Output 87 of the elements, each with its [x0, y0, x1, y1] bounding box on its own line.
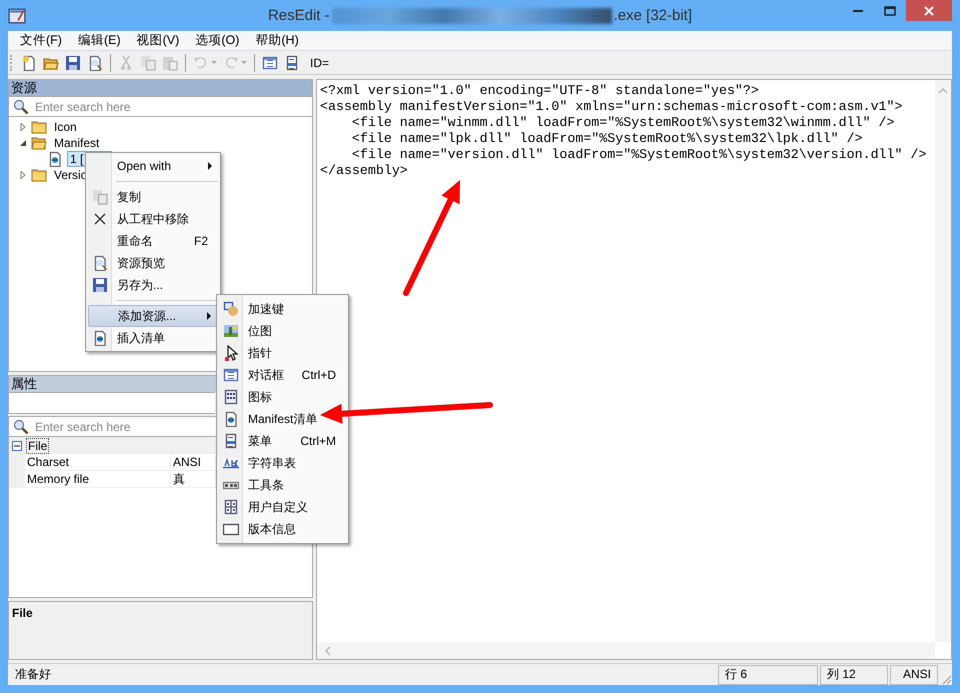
expand-triangle-icon[interactable] — [19, 171, 27, 179]
search-icon — [13, 98, 29, 114]
submenu-item[interactable]: 加速键 — [219, 298, 346, 320]
menu-icon — [284, 54, 300, 70]
status-text: 行 6 — [718, 665, 818, 685]
code-line: </assembly> — [320, 163, 409, 179]
submenu-item[interactable]: 字符串表 — [219, 452, 346, 474]
remove-icon — [92, 211, 108, 227]
context-menu-item[interactable]: Open with — [88, 155, 218, 177]
context-menu-item[interactable]: 插入清单 — [88, 327, 218, 349]
collapse-icon[interactable] — [12, 440, 22, 450]
icon-grid-icon — [223, 389, 239, 405]
cursor-icon — [223, 345, 239, 361]
dialog-icon — [223, 367, 239, 383]
context-menu-item[interactable]: 从工程中移除 — [88, 208, 218, 230]
context-menu-item[interactable]: 另存为... — [88, 274, 218, 296]
status-text: 列 12 — [820, 665, 888, 685]
submenu-item[interactable]: 版本信息 — [219, 518, 346, 540]
redo-icon — [223, 54, 239, 70]
manifest-icon — [92, 330, 108, 346]
status-text: ANSI — [890, 665, 938, 685]
new-file-icon — [21, 54, 37, 70]
scissors-icon — [118, 54, 134, 70]
folder-icon — [31, 167, 47, 183]
property-name: Charset — [25, 454, 171, 471]
search-box[interactable]: Enter search here — [8, 96, 313, 117]
custom-resource-icon — [223, 499, 239, 515]
copy-icon — [92, 189, 108, 205]
app-icon — [8, 6, 26, 24]
code-line: <file name="version.dll" loadFrom="%SystemRoot%\system32\version.dll" /> — [350, 147, 928, 163]
dialog-icon — [262, 54, 278, 70]
submenu-arrow-icon — [207, 312, 211, 320]
context-menu-item[interactable]: 资源预览 — [88, 252, 218, 274]
image-icon — [223, 323, 239, 339]
tree-item[interactable]: Manifest — [51, 135, 102, 151]
undo-icon — [193, 54, 209, 70]
close-icon — [924, 6, 934, 16]
window-title: ResEdit - — [268, 7, 330, 24]
open-folder-icon — [31, 135, 47, 151]
search-icon — [13, 418, 29, 434]
keyboard-hand-icon — [223, 301, 239, 317]
status-text: 准备好 — [14, 666, 52, 683]
context-menu-item[interactable]: 添加资源... — [88, 305, 218, 327]
context-menu-item[interactable]: 重命名 F2 — [88, 230, 218, 252]
resize-grip-icon[interactable] — [940, 673, 952, 685]
expand-triangle-icon[interactable] — [19, 123, 27, 131]
submenu-item[interactable]: 用户自定义 — [219, 496, 346, 518]
save-icon — [92, 277, 108, 293]
menu-item[interactable]: 编辑(E) — [70, 32, 129, 49]
preview-icon — [87, 54, 103, 70]
search-field[interactable]: Enter search here — [35, 98, 312, 115]
property-description: File — [12, 606, 33, 620]
close-button[interactable] — [906, 0, 952, 21]
manifest-icon — [223, 411, 239, 427]
menu-icon — [223, 433, 239, 449]
property-value[interactable]: ANSI — [171, 454, 216, 471]
object-field[interactable] — [8, 392, 215, 414]
submenu-arrow-icon — [208, 162, 212, 170]
maximize-icon — [884, 6, 896, 16]
paste-icon — [162, 54, 178, 70]
folder-icon — [31, 119, 47, 135]
menu-item[interactable]: 选项(O) — [187, 32, 248, 49]
menu-item[interactable]: 帮助(H) — [247, 32, 307, 49]
caret-icon — [211, 60, 217, 64]
submenu-item[interactable]: 工具条 — [219, 474, 346, 496]
collapse-triangle-icon[interactable] — [19, 139, 27, 147]
caret-icon — [241, 60, 247, 64]
manifest-icon — [47, 151, 63, 167]
submenu-item[interactable]: 指针 — [219, 342, 346, 364]
submenu-item[interactable]: 位图 — [219, 320, 346, 342]
preview-icon — [92, 255, 108, 271]
save-icon — [65, 54, 81, 70]
window-title: .exe [32-bit] — [614, 7, 692, 24]
panel-header: 资源 — [8, 79, 313, 96]
copy-icon — [140, 54, 156, 70]
menu-item[interactable]: 文件(F) — [12, 32, 70, 49]
code-line: <assembly manifestVersion="1.0" xmlns="urn:schemas-microsoft-com:asm.v1"> — [320, 99, 904, 115]
tree-item[interactable]: Icon — [51, 119, 80, 135]
property-name: Memory file — [25, 471, 171, 488]
menu-item[interactable]: 视图(V) — [128, 32, 188, 49]
id-label: ID= — [310, 56, 330, 70]
code-line: <file name="lpk.dll" loadFrom="%SystemRoot%\system32\lpk.dll" /> — [350, 131, 864, 147]
code-line: <?xml version="1.0" encoding="UTF-8" standalone="yes"?> — [320, 83, 760, 99]
context-menu-item[interactable]: 复制 — [88, 186, 218, 208]
property-value[interactable]: 真 — [171, 471, 216, 488]
code-line: <file name="winmm.dll" loadFrom="%SystemRoot%\system32\winmm.dll" /> — [350, 115, 896, 131]
minimize-icon — [853, 10, 863, 12]
